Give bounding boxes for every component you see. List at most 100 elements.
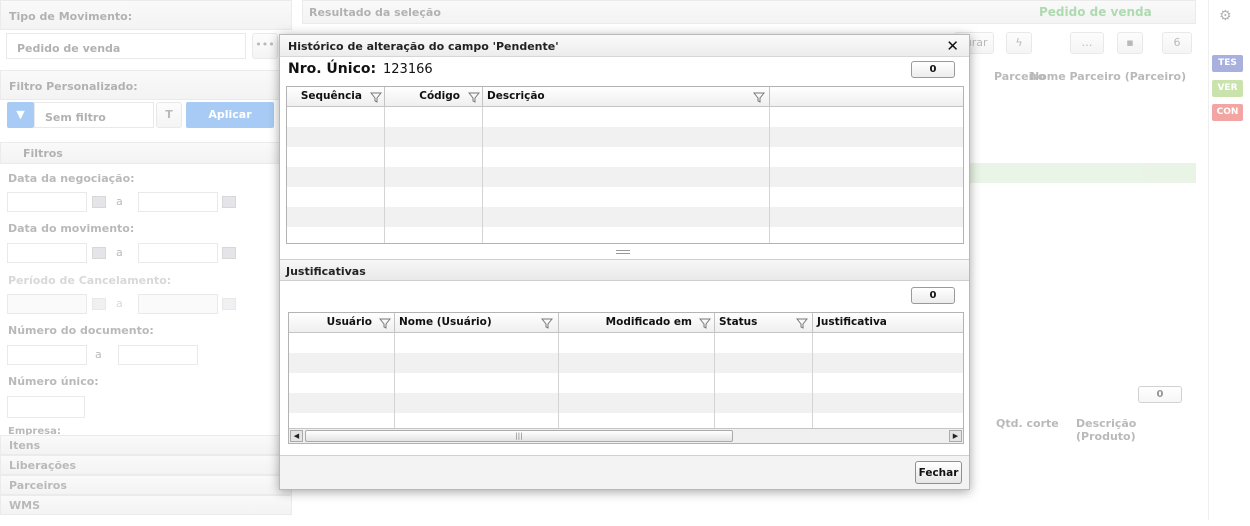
scroll-right-icon[interactable]: ▶ — [949, 430, 962, 442]
data-movimento-fim[interactable] — [138, 243, 218, 263]
historico-grid: Sequência Código Descrição — [286, 86, 964, 244]
filter-icon[interactable] — [370, 91, 382, 103]
periodo-cancelamento-label: Período de Cancelamento: — [8, 274, 172, 287]
data-negociacao-label: Data da negociação: — [8, 172, 135, 185]
save-icon[interactable]: ▪ — [1117, 32, 1143, 54]
historico-dialog: Histórico de alteração do campo 'Pendent… — [279, 34, 970, 490]
more-options-button[interactable]: ••• — [252, 33, 278, 59]
horizontal-scrollbar[interactable]: ◀ ||| ▶ — [289, 428, 963, 443]
justificativas-grid: Usuário Nome (Usuário) Modificado em Sta… — [288, 312, 964, 444]
table-row[interactable] — [287, 227, 963, 243]
lightning-icon[interactable]: ϟ — [1006, 32, 1032, 54]
scrollbar-thumb[interactable]: ||| — [305, 430, 733, 442]
justificativas-header: Justificativas — [280, 259, 969, 281]
column-header-descricao[interactable]: Descrição — [483, 87, 770, 107]
calendar-icon[interactable] — [92, 247, 106, 259]
accordion-itens[interactable]: Itens — [0, 435, 292, 455]
scroll-left-icon[interactable]: ◀ — [290, 430, 303, 442]
bottom-count: 0 — [1138, 386, 1182, 403]
table-row[interactable] — [287, 127, 963, 147]
dialog-title: Histórico de alteração do campo 'Pendent… — [280, 35, 969, 57]
filtro-select[interactable]: Sem filtro — [34, 102, 154, 128]
calendar-icon[interactable] — [222, 196, 236, 208]
grid-header: Sequência Código Descrição — [287, 87, 963, 107]
column-header-label: Código — [419, 90, 460, 102]
calendar-icon[interactable] — [92, 298, 106, 310]
filter-icon[interactable] — [753, 91, 765, 103]
table-row[interactable] — [287, 187, 963, 207]
table-row[interactable] — [289, 333, 963, 353]
numero-unico-input[interactable] — [7, 396, 85, 418]
dialog-title-text: Histórico de alteração do campo 'Pendent… — [288, 40, 559, 53]
grid-header: Usuário Nome (Usuário) Modificado em Sta… — [289, 313, 963, 333]
periodo-fim[interactable] — [138, 294, 218, 314]
close-icon[interactable]: ✕ — [946, 37, 959, 55]
filter-icon-button[interactable]: ▼ — [7, 102, 34, 128]
panel-splitter[interactable] — [616, 250, 630, 254]
filter-icon[interactable] — [468, 91, 480, 103]
table-row[interactable] — [287, 167, 963, 187]
data-negociacao-fim[interactable] — [138, 192, 218, 212]
separator: a — [116, 195, 123, 208]
data-movimento-inicio[interactable] — [7, 243, 87, 263]
more-actions-button[interactable]: … — [1070, 32, 1104, 54]
tipo-movimento-select[interactable]: Pedido de venda — [6, 33, 246, 59]
column-header-sequencia[interactable]: Sequência — [287, 87, 385, 107]
calendar-icon[interactable] — [92, 196, 106, 208]
nro-unico-label: Nro. Único: — [288, 61, 377, 77]
clear-filter-button[interactable]: T — [156, 102, 182, 128]
numero-unico-label: Número único: — [8, 375, 99, 388]
table-row[interactable] — [289, 373, 963, 393]
dialog-footer: Fechar — [280, 455, 969, 489]
numero-documento-inicio[interactable] — [7, 345, 87, 365]
record-count-badge: 0 — [911, 61, 955, 78]
table-row[interactable] — [287, 107, 963, 127]
tipo-badge: Pedido de venda — [1039, 5, 1152, 19]
aplicar-button[interactable]: Aplicar — [186, 102, 274, 128]
table-row[interactable] — [289, 353, 963, 373]
tipo-movimento-header: Tipo de Movimento: — [0, 0, 292, 30]
column-header-label: Sequência — [300, 90, 362, 102]
accordion-parceiros[interactable]: Parceiros — [0, 475, 292, 495]
column-header-modificado-em[interactable]: Modificado em — [559, 313, 715, 333]
table-row[interactable] — [287, 147, 963, 167]
tag-ver[interactable]: VER — [1212, 80, 1243, 97]
column-header-label: Usuário — [326, 316, 372, 328]
column-divider — [482, 87, 483, 243]
tag-con[interactable]: CON — [1212, 104, 1243, 121]
justificativa-count-badge: 0 — [911, 287, 955, 304]
filter-panel: Tipo de Movimento: Pedido de venda ••• F… — [0, 0, 294, 520]
separator: a — [116, 297, 123, 310]
page-count: 6 — [1162, 32, 1192, 54]
nro-unico-value: 123166 — [383, 62, 433, 77]
table-row[interactable] — [289, 393, 963, 413]
accordion-wms[interactable]: WMS — [0, 495, 292, 515]
filter-icon[interactable] — [796, 317, 808, 329]
selected-row[interactable] — [970, 163, 1196, 183]
data-negociacao-inicio[interactable] — [7, 192, 87, 212]
desc-produto-column-header: Descrição (Produto) — [1076, 417, 1137, 443]
calendar-icon[interactable] — [222, 247, 236, 259]
filter-icon[interactable] — [379, 317, 391, 329]
numero-documento-fim[interactable] — [118, 345, 198, 365]
column-header-label: Justificativa — [817, 316, 887, 328]
periodo-inicio[interactable] — [7, 294, 87, 314]
separator: a — [116, 246, 123, 259]
column-divider — [384, 87, 385, 243]
fechar-button[interactable]: Fechar — [915, 461, 962, 484]
tag-tes[interactable]: TES — [1212, 55, 1243, 72]
filter-icon[interactable] — [541, 317, 553, 329]
column-header-label: Modificado em — [605, 316, 692, 328]
qtd-corte-column-header: Qtd. corte — [996, 417, 1059, 430]
gear-icon[interactable]: ⚙ — [1219, 8, 1232, 24]
column-header-status[interactable]: Status — [715, 313, 813, 333]
column-header-label: Nome (Usuário) — [399, 316, 492, 328]
column-header-codigo[interactable]: Código — [385, 87, 483, 107]
accordion-liberacoes[interactable]: Liberações — [0, 455, 292, 475]
filter-icon[interactable] — [699, 317, 711, 329]
table-row[interactable] — [287, 207, 963, 227]
column-header-usuario[interactable]: Usuário — [289, 313, 395, 333]
calendar-icon[interactable] — [222, 298, 236, 310]
column-header-nome-usuario[interactable]: Nome (Usuário) — [395, 313, 559, 333]
column-header-justificativa[interactable]: Justificativa — [813, 313, 963, 333]
